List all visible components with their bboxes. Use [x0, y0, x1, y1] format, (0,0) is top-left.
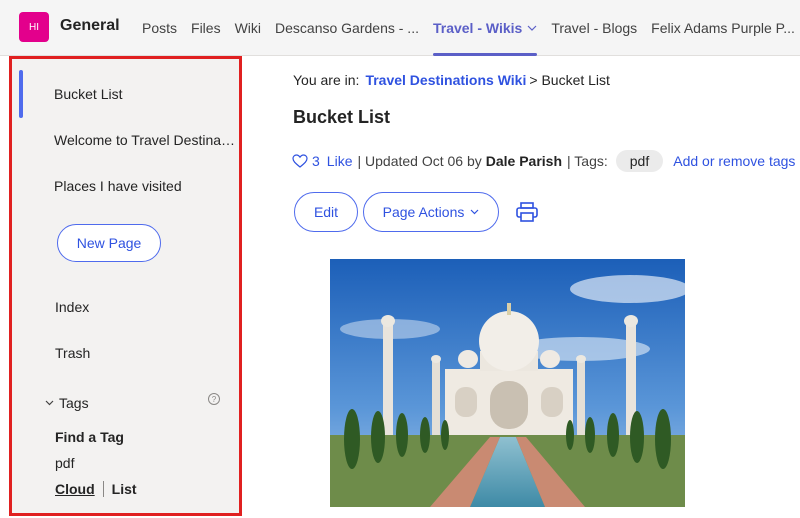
find-a-tag-heading: Find a Tag [55, 429, 124, 445]
list-view-link[interactable]: List [112, 481, 137, 497]
cloud-view-link[interactable]: Cloud [55, 481, 95, 497]
chevron-down-icon [527, 25, 537, 31]
wiki-sidebar: Bucket List Welcome to Travel Destinatio… [9, 56, 242, 516]
sidebar-item-welcome[interactable]: Welcome to Travel Destinations Wiki [54, 132, 237, 148]
tab-felix-adams[interactable]: Felix Adams Purple P... [644, 0, 800, 56]
help-icon[interactable]: ? [208, 393, 220, 405]
like-count: 3 [312, 153, 320, 169]
channel-tabs: Posts Files Wiki Descanso Gardens - ... … [135, 0, 800, 56]
selected-indicator [19, 70, 23, 118]
taj-mahal-photo [330, 259, 685, 507]
print-icon[interactable] [516, 202, 538, 222]
page-title: Bucket List [293, 107, 391, 127]
tab-label: Travel - Blogs [551, 20, 638, 36]
edit-button[interactable]: Edit [294, 192, 358, 232]
tab-wiki[interactable]: Wiki [228, 0, 268, 56]
tags-toggle[interactable]: Tags [45, 395, 89, 411]
tab-label: Descanso Gardens - ... [275, 20, 419, 36]
new-page-button[interactable]: New Page [57, 224, 161, 262]
chevron-down-icon [45, 400, 54, 406]
page-actions-label: Page Actions [382, 204, 465, 220]
tags-heading: Tags [59, 395, 89, 411]
add-remove-tags-link[interactable]: Add or remove tags [673, 153, 795, 169]
tab-label: Files [191, 20, 221, 36]
breadcrumb-link[interactable]: Travel Destinations Wiki [365, 72, 526, 88]
divider [102, 481, 104, 497]
sidebar-item-index[interactable]: Index [55, 299, 238, 315]
chevron-down-icon [470, 209, 479, 215]
tag-link-pdf[interactable]: pdf [55, 455, 74, 471]
like-button[interactable]: Like [327, 153, 353, 169]
updated-text: | Updated Oct 06 by [357, 153, 482, 169]
breadcrumb-current: > Bucket List [529, 72, 610, 88]
top-bar: HI General Posts Files Wiki Descanso Gar… [0, 0, 800, 56]
wiki-page: You are in: Travel Destinations Wiki > Buc… [248, 56, 800, 518]
tab-travel-blogs[interactable]: Travel - Blogs [544, 0, 644, 56]
tab-descanso-gardens[interactable]: Descanso Gardens - ... [268, 0, 426, 56]
tab-label: Wiki [234, 20, 262, 36]
tags-label: | Tags: [567, 153, 608, 169]
tab-posts[interactable]: Posts [135, 0, 184, 56]
heart-icon[interactable] [292, 154, 308, 168]
tab-travel-wikis[interactable]: Travel - Wikis [426, 0, 544, 56]
team-avatar[interactable]: HI [19, 12, 49, 42]
tab-label: Felix Adams Purple P... [651, 20, 795, 36]
page-meta: 3 Like | Updated Oct 06 by Dale Parish |… [292, 150, 795, 172]
tag-pill[interactable]: pdf [615, 150, 664, 172]
breadcrumb-prefix: You are in: [293, 72, 360, 88]
channel-name: General [60, 17, 120, 34]
author-name[interactable]: Dale Parish [486, 153, 562, 169]
sidebar-item-trash[interactable]: Trash [55, 345, 238, 361]
page-actions-button[interactable]: Page Actions [363, 192, 499, 232]
tab-label: Posts [142, 20, 178, 36]
tag-view-switch: Cloud List [55, 481, 137, 497]
tab-files[interactable]: Files [184, 0, 228, 56]
tab-label: Travel - Wikis [432, 20, 523, 36]
sidebar-item-places-visited[interactable]: Places I have visited [54, 178, 237, 194]
sidebar-item-bucket-list[interactable]: Bucket List [54, 86, 237, 102]
breadcrumb: You are in: Travel Destinations Wiki > Buc… [293, 72, 610, 88]
